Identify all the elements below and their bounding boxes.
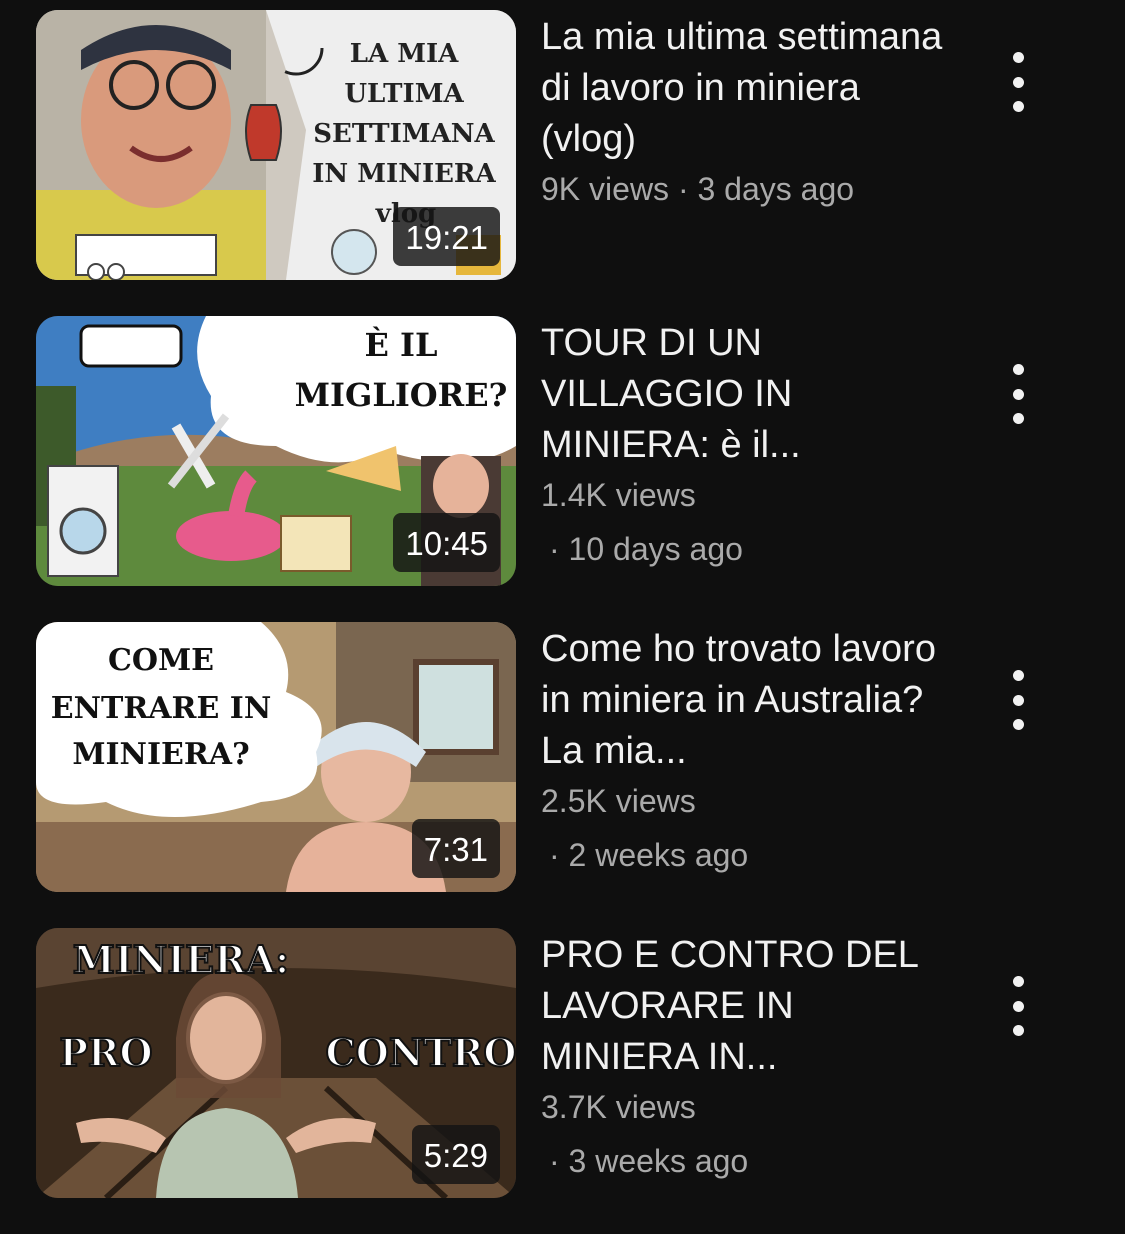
more-vert-icon [1012,670,1024,681]
video-views: 3.7K views [541,1089,696,1125]
video-meta: TOUR DI UN VILLAGGIO IN MINIERA: è il...… [541,318,951,569]
thumbnail-text: COME [108,643,214,678]
video-thumbnail[interactable]: È IL MIGLIORE? 10:45 [36,316,516,586]
more-vert-icon [1012,364,1024,375]
thumbnail-text: ENTRARE IN [51,691,272,726]
video-meta: Come ho trovato lavoro in miniera in Aus… [541,624,951,875]
video-views: 1.4K views [541,477,696,513]
video-age: · 3 weeks ago [549,1143,749,1179]
more-options-button[interactable] [996,976,1040,1036]
more-options-button[interactable] [996,52,1040,112]
video-info: 9K views · 3 days ago [541,171,855,207]
video-duration: 19:21 [393,207,500,266]
video-duration: 7:31 [411,819,500,878]
video-item[interactable]: LA MIA ULTIMA SETTIMANA IN MINIERA vlog … [0,0,1125,280]
more-vert-icon [1012,388,1024,400]
video-duration: 5:29 [411,1125,500,1184]
video-title[interactable]: PRO E CONTRO DEL LAVORARE IN MINIERA IN.… [541,930,951,1083]
more-vert-icon [1012,1025,1024,1036]
video-thumbnail[interactable]: COME ENTRARE IN MINIERA? 7:31 [36,622,516,892]
video-age: · 2 weeks ago [549,837,749,873]
thumbnail-text: LA MIA [350,39,459,69]
thumbnail-text: MINIERA: [73,937,289,982]
video-age: · 10 days ago [549,531,743,567]
video-thumbnail[interactable]: MINIERA: PRO CONTRO 5:29 [36,928,516,1198]
video-title[interactable]: TOUR DI UN VILLAGGIO IN MINIERA: è il... [541,318,951,471]
more-vert-icon [1012,719,1024,730]
thumbnail-text: IN MINIERA [312,159,496,189]
thumbnail-text: SETTIMANA [313,119,495,149]
thumbnail-text: MINIERA? [72,737,249,772]
thumbnail-text: CONTRO [325,1030,516,1075]
video-views: 2.5K views [541,783,696,819]
more-vert-icon [1012,413,1024,424]
video-title[interactable]: Come ho trovato lavoro in miniera in Aus… [541,624,951,777]
more-vert-icon [1012,694,1024,706]
more-vert-icon [1012,1000,1024,1012]
video-title[interactable]: La mia ultima settimana di lavoro in min… [541,12,951,165]
thumbnail-text: MIGLIORE? [295,376,508,414]
video-meta: La mia ultima settimana di lavoro in min… [541,12,951,209]
more-vert-icon [1012,101,1024,112]
video-item[interactable]: MINIERA: PRO CONTRO 5:29 PRO E CONTRO DE… [0,918,1125,1198]
more-vert-icon [1012,52,1024,63]
video-thumbnail[interactable]: LA MIA ULTIMA SETTIMANA IN MINIERA vlog … [36,10,516,280]
more-options-button[interactable] [996,670,1040,730]
thumbnail-text: È IL [365,326,438,364]
more-vert-icon [1012,976,1024,987]
more-vert-icon [1012,76,1024,88]
video-duration: 10:45 [393,513,500,572]
thumbnail-text: ULTIMA [344,79,464,109]
video-meta: PRO E CONTRO DEL LAVORARE IN MINIERA IN.… [541,930,951,1181]
video-item[interactable]: COME ENTRARE IN MINIERA? 7:31 Come ho tr… [0,612,1125,892]
video-item[interactable]: È IL MIGLIORE? 10:45 TOUR DI UN VILLAGGI… [0,306,1125,586]
thumbnail-text: PRO [59,1030,152,1075]
video-list: LA MIA ULTIMA SETTIMANA IN MINIERA vlog … [0,0,1125,1234]
more-options-button[interactable] [996,364,1040,424]
